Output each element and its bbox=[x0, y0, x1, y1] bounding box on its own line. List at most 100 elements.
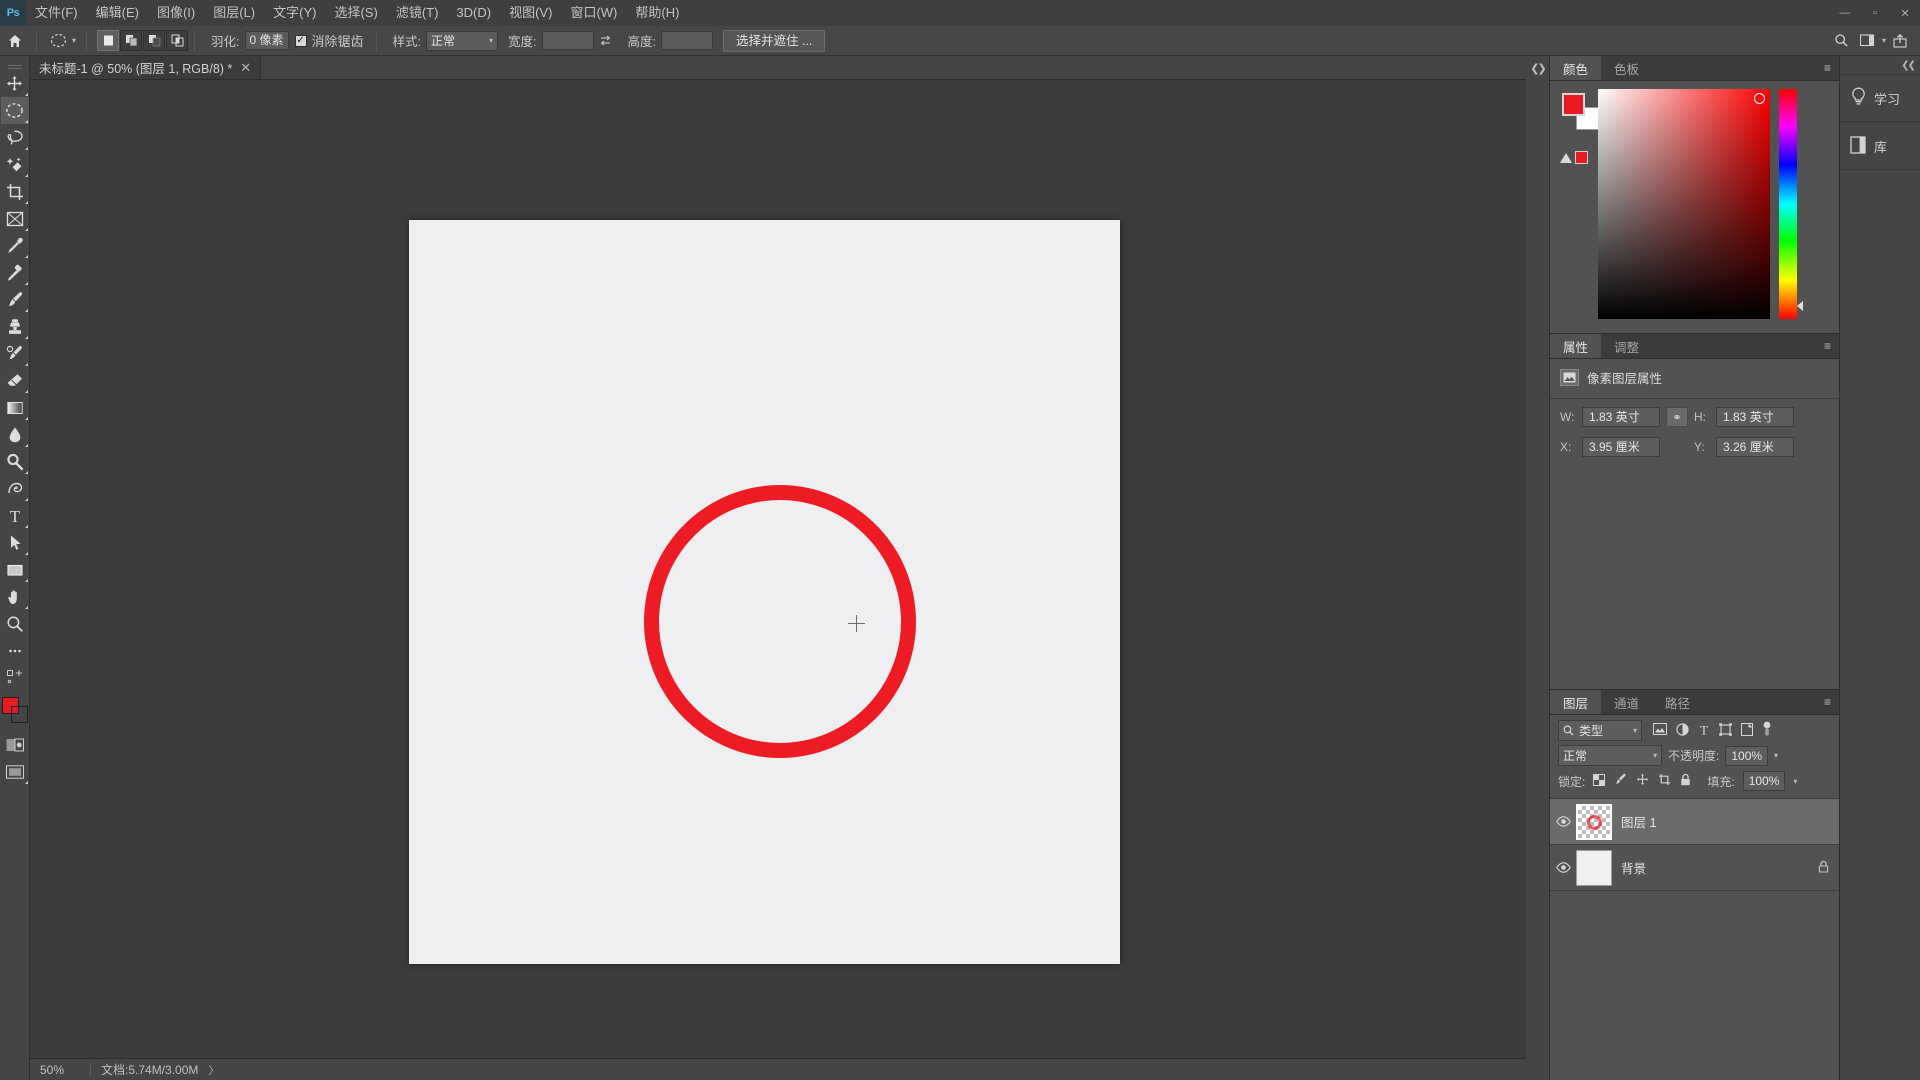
select-and-mask-button[interactable]: 选择并遮住 ... bbox=[722, 29, 826, 52]
eyedropper-tool[interactable] bbox=[1, 232, 29, 259]
status-expand-arrow-icon[interactable]: 〉 bbox=[208, 1062, 219, 1078]
panel-menu-icon[interactable]: ≡ bbox=[1824, 334, 1839, 358]
color-field-picker[interactable] bbox=[1598, 89, 1770, 319]
text-filter-icon[interactable]: T bbox=[1698, 722, 1710, 739]
path-selection-tool[interactable] bbox=[1, 529, 29, 556]
new-selection-button[interactable] bbox=[97, 30, 120, 51]
menu-image[interactable]: 图像(I) bbox=[148, 0, 204, 26]
y-field[interactable]: 3.26 厘米 bbox=[1716, 437, 1794, 457]
add-to-selection-button[interactable] bbox=[120, 30, 143, 51]
menu-select[interactable]: 选择(S) bbox=[325, 0, 386, 26]
window-minimize-button[interactable]: — bbox=[1830, 0, 1860, 26]
chevron-down-icon[interactable]: ▾ bbox=[72, 36, 76, 45]
layer-row-2[interactable]: 背景 bbox=[1550, 845, 1839, 891]
quick-selection-tool[interactable] bbox=[1, 151, 29, 178]
antialias-checkbox-group[interactable]: ✓ 消除锯齿 bbox=[289, 31, 370, 50]
feather-input[interactable]: 0 像素 bbox=[244, 31, 289, 50]
image-filter-icon[interactable] bbox=[1653, 723, 1667, 738]
filter-toggle-switch[interactable] bbox=[1762, 721, 1772, 740]
zoom-level[interactable]: 50% bbox=[30, 1063, 90, 1077]
edit-toolbar-button[interactable] bbox=[1, 664, 29, 691]
height-field[interactable]: 1.83 英寸 bbox=[1716, 407, 1794, 427]
menu-edit[interactable]: 编辑(E) bbox=[87, 0, 148, 26]
menu-type[interactable]: 文字(Y) bbox=[264, 0, 325, 26]
web-safe-color-swatch[interactable] bbox=[1575, 151, 1588, 164]
width-field[interactable]: 1.83 英寸 bbox=[1582, 407, 1660, 427]
tab-color[interactable]: 颜色 bbox=[1550, 56, 1602, 80]
subtract-from-selection-button[interactable] bbox=[143, 30, 166, 51]
tab-channels[interactable]: 通道 bbox=[1601, 690, 1653, 714]
rail-item-learn[interactable]: 学习 bbox=[1840, 74, 1920, 122]
share-icon[interactable] bbox=[1888, 30, 1912, 52]
lock-artboard-icon[interactable] bbox=[1658, 773, 1671, 789]
chevron-down-icon[interactable]: ▾ bbox=[1774, 751, 1778, 760]
tab-paths[interactable]: 路径 bbox=[1652, 690, 1704, 714]
lock-image-icon[interactable] bbox=[1614, 773, 1627, 789]
quick-mask-button[interactable] bbox=[1, 731, 29, 758]
tab-swatches[interactable]: 色板 bbox=[1601, 56, 1653, 80]
lock-all-icon[interactable] bbox=[1680, 773, 1691, 789]
gradient-tool[interactable] bbox=[1, 394, 29, 421]
toolbar-grip[interactable] bbox=[0, 60, 29, 70]
lock-position-icon[interactable] bbox=[1636, 773, 1649, 789]
menu-filter[interactable]: 滤镜(T) bbox=[387, 0, 448, 26]
layer-row-1[interactable]: 图层 1 bbox=[1550, 799, 1839, 845]
window-maximize-button[interactable]: ▫ bbox=[1860, 0, 1890, 26]
blend-mode-select[interactable]: 正常 ▾ bbox=[1558, 745, 1662, 766]
rail-collapse-icon[interactable]: ❮❮ bbox=[1840, 56, 1920, 74]
history-brush-tool[interactable] bbox=[1, 340, 29, 367]
menu-help[interactable]: 帮助(H) bbox=[626, 0, 688, 26]
frame-tool[interactable] bbox=[1, 205, 29, 232]
layer-thumbnail[interactable] bbox=[1576, 849, 1612, 886]
hue-slider[interactable] bbox=[1779, 89, 1803, 319]
chevron-down-icon[interactable]: ▾ bbox=[1882, 36, 1886, 45]
width-input[interactable] bbox=[541, 31, 594, 50]
adjustment-filter-icon[interactable] bbox=[1676, 722, 1689, 739]
menu-layer[interactable]: 图层(L) bbox=[204, 0, 264, 26]
search-icon[interactable] bbox=[1830, 30, 1854, 52]
layer-visibility-icon[interactable] bbox=[1550, 816, 1576, 827]
screen-mode-button[interactable] bbox=[1, 758, 29, 785]
lasso-tool[interactable] bbox=[1, 124, 29, 151]
blur-tool[interactable] bbox=[1, 421, 29, 448]
move-tool[interactable] bbox=[1, 70, 29, 97]
menu-view[interactable]: 视图(V) bbox=[500, 0, 561, 26]
background-color-swatch[interactable] bbox=[10, 706, 28, 723]
clone-stamp-tool[interactable] bbox=[1, 313, 29, 340]
zoom-tool[interactable] bbox=[1, 610, 29, 637]
layer-filter-type-select[interactable]: 类型 ▾ bbox=[1558, 720, 1642, 741]
workspace-switcher-icon[interactable] bbox=[1856, 30, 1880, 52]
layer-name[interactable]: 图层 1 bbox=[1621, 812, 1829, 831]
chevron-down-icon[interactable]: ▾ bbox=[1793, 777, 1797, 786]
pen-tool[interactable] bbox=[1, 475, 29, 502]
intersect-selection-button[interactable] bbox=[166, 30, 189, 51]
collapse-arrows-icon[interactable]: ❮❯ bbox=[1530, 62, 1547, 75]
dock-collapse-bar[interactable]: ❮❯ bbox=[1526, 56, 1550, 1080]
menu-3d[interactable]: 3D(D) bbox=[447, 0, 500, 26]
marquee-tool[interactable] bbox=[0, 97, 29, 124]
style-select[interactable]: 正常 ▾ bbox=[426, 30, 499, 51]
home-icon[interactable] bbox=[0, 34, 30, 48]
fill-value[interactable]: 100% bbox=[1742, 771, 1786, 791]
shape-filter-icon[interactable] bbox=[1719, 722, 1732, 739]
panel-menu-icon[interactable]: ≡ bbox=[1824, 56, 1839, 80]
hand-tool[interactable] bbox=[1, 583, 29, 610]
foreground-background-color[interactable] bbox=[1, 697, 28, 723]
opacity-value[interactable]: 100% bbox=[1725, 745, 1769, 766]
close-icon[interactable]: ✕ bbox=[240, 61, 251, 74]
window-close-button[interactable]: ✕ bbox=[1890, 0, 1920, 26]
document-tab[interactable]: 未标题-1 @ 50% (图层 1, RGB/8) * ✕ bbox=[30, 56, 262, 79]
panel-menu-icon[interactable]: ≡ bbox=[1824, 690, 1839, 714]
rail-item-libraries[interactable]: 库 bbox=[1840, 122, 1920, 170]
gamut-warning-group[interactable] bbox=[1560, 151, 1588, 164]
layer-name[interactable]: 背景 bbox=[1621, 858, 1818, 877]
tab-properties[interactable]: 属性 bbox=[1550, 334, 1602, 358]
x-field[interactable]: 3.95 厘米 bbox=[1582, 437, 1660, 457]
lock-transparent-icon[interactable] bbox=[1593, 773, 1606, 789]
layer-visibility-icon[interactable] bbox=[1550, 862, 1576, 873]
more-tools-button[interactable] bbox=[1, 637, 29, 664]
antialias-checkbox[interactable]: ✓ bbox=[294, 34, 307, 47]
foreground-color-swatch[interactable] bbox=[1562, 93, 1585, 116]
document-canvas[interactable] bbox=[409, 220, 1120, 964]
tab-adjustments[interactable]: 调整 bbox=[1601, 334, 1653, 358]
